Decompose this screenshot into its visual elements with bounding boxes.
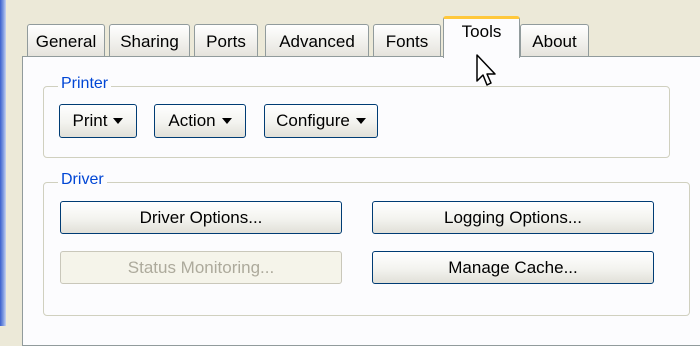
tab-sharing[interactable]: Sharing [109, 24, 190, 58]
driver-options-button[interactable]: Driver Options... [60, 201, 342, 234]
tab-sharing-label: Sharing [120, 31, 179, 51]
status-monitoring-button: Status Monitoring... [60, 251, 342, 284]
tab-ports[interactable]: Ports [194, 24, 258, 58]
printer-group-title: Printer [58, 75, 112, 93]
tools-tab-panel: Printer Print Action Configure Driver Dr… [22, 56, 700, 346]
tab-general[interactable]: General [27, 24, 105, 58]
manage-cache-button[interactable]: Manage Cache... [372, 251, 654, 284]
caret-down-icon [221, 118, 232, 124]
print-dropdown-button[interactable]: Print [59, 104, 137, 138]
caret-down-icon [113, 118, 124, 124]
tab-about-label: About [532, 31, 577, 51]
tab-ports-label: Ports [206, 31, 246, 51]
tab-about[interactable]: About [520, 24, 589, 58]
configure-button-label: Configure [276, 111, 350, 130]
tab-tools[interactable]: Tools [443, 16, 520, 58]
logging-options-button[interactable]: Logging Options... [372, 201, 654, 234]
status-monitoring-label: Status Monitoring... [127, 257, 275, 277]
action-button-label: Action [168, 111, 216, 130]
driver-groupbox: Driver Driver Options... Logging Options… [43, 171, 690, 316]
mouse-pointer-icon [476, 54, 496, 86]
printer-groupbox: Printer Print Action Configure [43, 75, 670, 158]
tab-fonts[interactable]: Fonts [373, 24, 441, 58]
logging-options-label: Logging Options... [444, 207, 582, 227]
print-button-label: Print [72, 111, 108, 130]
driver-options-label: Driver Options... [139, 207, 263, 227]
driver-group-title: Driver [58, 171, 107, 189]
action-dropdown-button[interactable]: Action [154, 104, 246, 138]
configure-dropdown-button[interactable]: Configure [264, 104, 378, 138]
tab-tools-label: Tools [461, 22, 502, 41]
tab-advanced-label: Advanced [279, 31, 355, 51]
manage-cache-label: Manage Cache... [448, 257, 578, 277]
tab-general-label: General [35, 31, 97, 51]
caret-down-icon [355, 118, 366, 124]
window-frame-edge [0, 0, 6, 326]
tab-advanced[interactable]: Advanced [265, 24, 369, 58]
tab-fonts-label: Fonts [385, 31, 429, 51]
